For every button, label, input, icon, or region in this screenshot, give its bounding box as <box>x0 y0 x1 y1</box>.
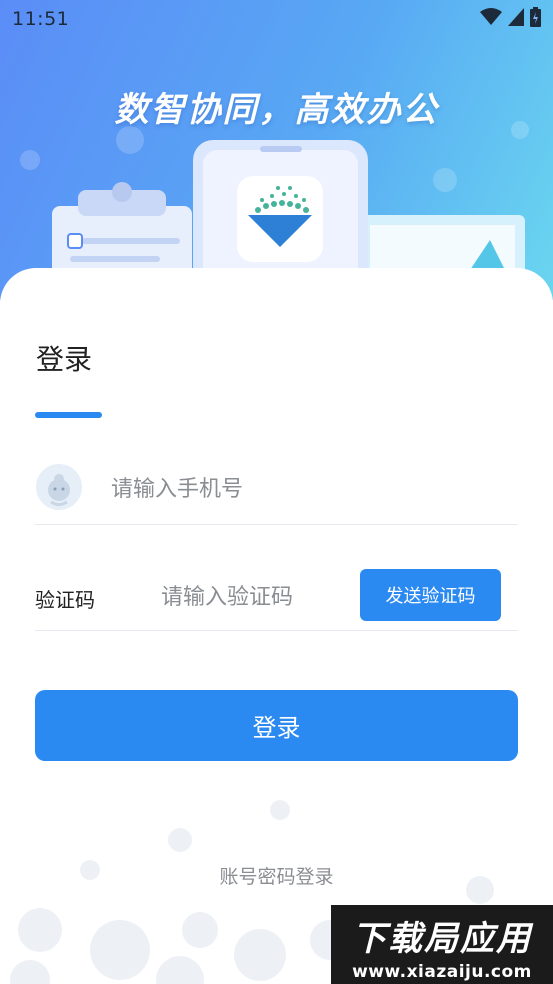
avatar <box>36 464 82 510</box>
wifi-icon <box>480 8 502 25</box>
password-login-link[interactable]: 账号密码登录 <box>0 862 553 889</box>
hero-banner: 11:51 数智协同，高效办公 <box>0 0 553 300</box>
login-title: 登录 <box>36 343 93 376</box>
phone-row <box>35 460 518 525</box>
login-button[interactable]: 登录 <box>35 690 518 761</box>
send-code-button[interactable]: 发送验证码 <box>360 569 501 621</box>
watermark: 下载局应用 www.xiazaiju.com <box>331 905 553 984</box>
phone-input[interactable] <box>109 470 493 508</box>
status-time: 11:51 <box>12 8 70 30</box>
verification-label: 验证码 <box>35 588 95 612</box>
hero-slogan: 数智协同，高效办公 <box>114 90 439 130</box>
watermark-title: 下载局应用 <box>352 919 532 959</box>
signal-icon <box>508 8 524 26</box>
watermark-url: www.xiazaiju.com <box>352 962 532 982</box>
mascot-icon <box>48 474 70 506</box>
battery-icon <box>530 7 541 27</box>
verification-row: 验证码 发送验证码 <box>35 566 518 631</box>
status-icons <box>480 7 541 27</box>
title-underline <box>35 412 102 418</box>
status-bar: 11:51 <box>0 0 553 38</box>
verification-code-input[interactable] <box>159 578 353 616</box>
